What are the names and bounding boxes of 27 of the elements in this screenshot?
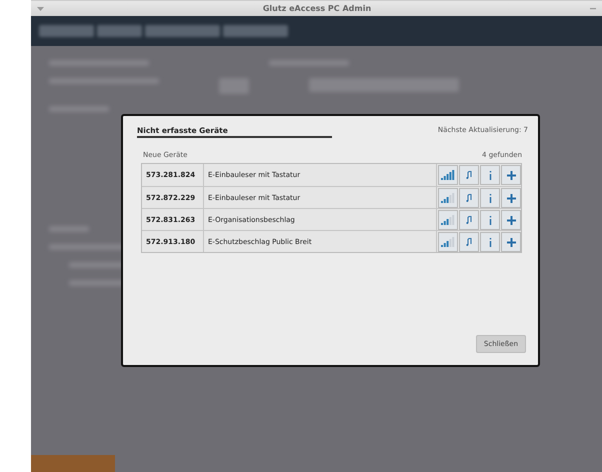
music-note-icon — [466, 216, 472, 224]
sound-button[interactable] — [459, 232, 479, 252]
sound-button[interactable] — [459, 210, 479, 230]
plus-icon — [506, 238, 516, 246]
music-note-icon — [466, 238, 472, 246]
menu-icon[interactable] — [37, 6, 44, 10]
window-title: Glutz eAccess PC Admin — [262, 4, 372, 13]
music-note-icon — [466, 194, 472, 202]
add-button[interactable] — [501, 188, 521, 208]
music-note-icon — [466, 171, 472, 179]
info-icon — [488, 238, 492, 246]
add-button[interactable] — [501, 165, 521, 185]
add-button[interactable] — [501, 232, 521, 252]
signal-button[interactable] — [438, 232, 458, 252]
sound-button[interactable] — [459, 188, 479, 208]
signal-button[interactable] — [438, 210, 458, 230]
plus-icon — [506, 194, 516, 202]
plus-icon — [506, 170, 516, 180]
signal-button[interactable] — [438, 188, 458, 208]
minimize-icon[interactable] — [590, 8, 596, 10]
signal-button[interactable] — [438, 165, 458, 185]
add-button[interactable] — [501, 210, 521, 230]
plus-icon — [506, 216, 516, 224]
info-icon — [488, 216, 492, 224]
info-icon — [488, 170, 492, 180]
sound-button[interactable] — [459, 165, 479, 185]
info-icon — [488, 194, 492, 202]
